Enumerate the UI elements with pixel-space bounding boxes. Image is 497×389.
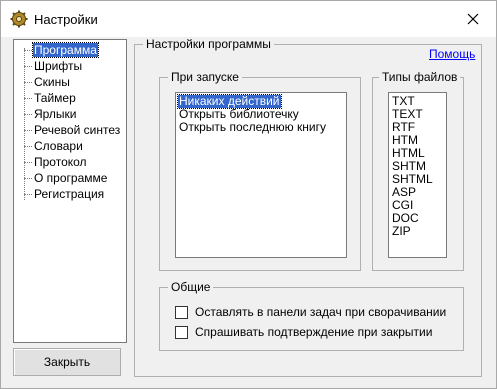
file-types-list[interactable]: TXT TEXT RTF HTM HTML SHTM SHTML ASP CGI… [388, 92, 447, 258]
program-settings-title: Настройки программы [143, 37, 274, 51]
tree-item-label: Скины [34, 75, 70, 89]
confirm-on-close-option[interactable]: Спрашивать подтверждение при закрытии [175, 325, 455, 341]
help-link[interactable]: Помощь [429, 47, 475, 61]
tree-item-dictionaries[interactable]: Словари [14, 138, 126, 154]
minimize-to-taskbar-label: Оставлять в панели задач при сворачивани… [195, 305, 447, 319]
window-close-button[interactable] [456, 6, 490, 32]
tree-item-timer[interactable]: Таймер [14, 90, 126, 106]
file-types-title: Типы файлов [379, 70, 461, 84]
startup-group-title: При запуске [168, 70, 242, 84]
startup-action-list[interactable]: Никаких действий Открыть библиотечку Отк… [175, 92, 347, 258]
settings-window: Настройки Программа Шрифты Скины Таймер … [0, 0, 497, 389]
tree-item-skins[interactable]: Скины [14, 74, 126, 90]
tree-item-label: Шрифты [34, 59, 83, 73]
tree-item-label: Словари [34, 139, 83, 153]
close-button[interactable]: Закрыть [13, 348, 121, 376]
file-type-item[interactable]: ZIP [391, 225, 412, 238]
app-gear-icon [10, 10, 28, 28]
tree-item-label: Протокол [34, 155, 87, 169]
tree-item-about[interactable]: О программе [14, 170, 126, 186]
tree-item-label: Программа [32, 42, 99, 58]
confirm-on-close-label: Спрашивать подтверждение при закрытии [195, 325, 433, 339]
startup-option[interactable]: Открыть последнюю книгу [178, 121, 327, 134]
tree-item-shortcuts[interactable]: Ярлыки [14, 106, 126, 122]
general-group-title: Общие [168, 280, 214, 294]
title-bar: Настройки [1, 1, 496, 37]
confirm-on-close-checkbox[interactable] [175, 326, 188, 339]
minimize-to-taskbar-option[interactable]: Оставлять в панели задач при сворачивани… [175, 305, 455, 321]
tree-item-registration[interactable]: Регистрация [14, 186, 126, 202]
minimize-to-taskbar-checkbox[interactable] [175, 306, 188, 319]
tree-item-label: Ярлыки [34, 107, 77, 121]
tree-item-program[interactable]: Программа [14, 42, 126, 58]
tree-item-label: Речевой синтез [34, 123, 121, 137]
tree-item-label: Регистрация [34, 187, 105, 201]
window-title: Настройки [34, 12, 98, 27]
close-icon [467, 13, 479, 25]
tree-item-label: Таймер [34, 91, 76, 105]
settings-tree[interactable]: Программа Шрифты Скины Таймер Ярлыки Реч… [13, 39, 127, 343]
tree-item-fonts[interactable]: Шрифты [14, 58, 126, 74]
tree-item-speech[interactable]: Речевой синтез [14, 122, 126, 138]
tree-item-log[interactable]: Протокол [14, 154, 126, 170]
tree-item-label: О программе [34, 171, 108, 185]
